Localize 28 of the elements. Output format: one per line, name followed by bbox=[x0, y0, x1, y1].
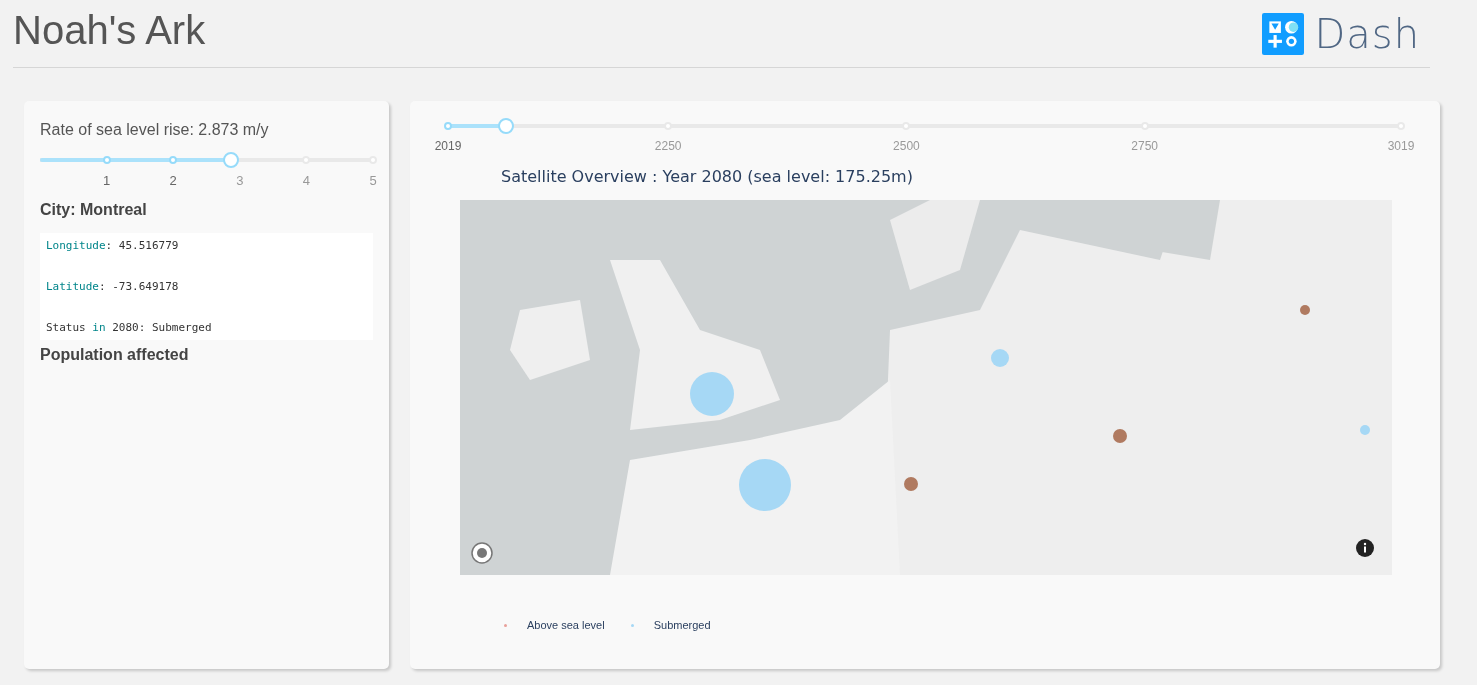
section-heading: Population affected bbox=[40, 346, 190, 364]
code-line: Longitude: 45.516779 bbox=[46, 239, 180, 252]
slider-label: Rate of sea level rise: 2.873 m/y bbox=[40, 121, 270, 139]
slider-handle[interactable] bbox=[223, 152, 240, 168]
page-title: Noah's Ark bbox=[13, 8, 206, 54]
code-line: Status in 2080: Submerged bbox=[46, 321, 213, 334]
logo-icon bbox=[1262, 12, 1305, 55]
slider-mark-label: 2 bbox=[169, 173, 177, 188]
legend-label[interactable]: Submerged bbox=[653, 619, 711, 631]
slider-mark-label: 2019 bbox=[434, 139, 462, 153]
code-line: Latitude: -73.649178 bbox=[46, 280, 180, 293]
slider-mark-label: 2750 bbox=[1131, 139, 1158, 153]
compass-icon[interactable] bbox=[471, 542, 493, 564]
slider-handle[interactable] bbox=[498, 118, 515, 134]
info-icon[interactable] bbox=[1355, 538, 1375, 558]
legend-label[interactable]: Above sea level bbox=[527, 619, 605, 631]
slider-mark-label: 5 bbox=[369, 173, 377, 188]
chart-title: Satellite Overview : Year 2080 (sea level: 175.25m) bbox=[501, 167, 914, 186]
slider-tick bbox=[102, 156, 111, 164]
slider-mark-label: 3019 bbox=[1387, 139, 1415, 153]
slider-mark-label: 3 bbox=[236, 173, 244, 188]
slider-mark-label: 2500 bbox=[893, 139, 920, 153]
slider-mark-label: 4 bbox=[302, 173, 310, 188]
slider-mark-label: 1 bbox=[103, 173, 111, 188]
slider-mark-label: 2250 bbox=[654, 139, 682, 153]
slider-tick bbox=[169, 156, 178, 164]
city-heading: City: Montreal bbox=[40, 201, 148, 219]
logo-text: Dash bbox=[1314, 10, 1420, 57]
